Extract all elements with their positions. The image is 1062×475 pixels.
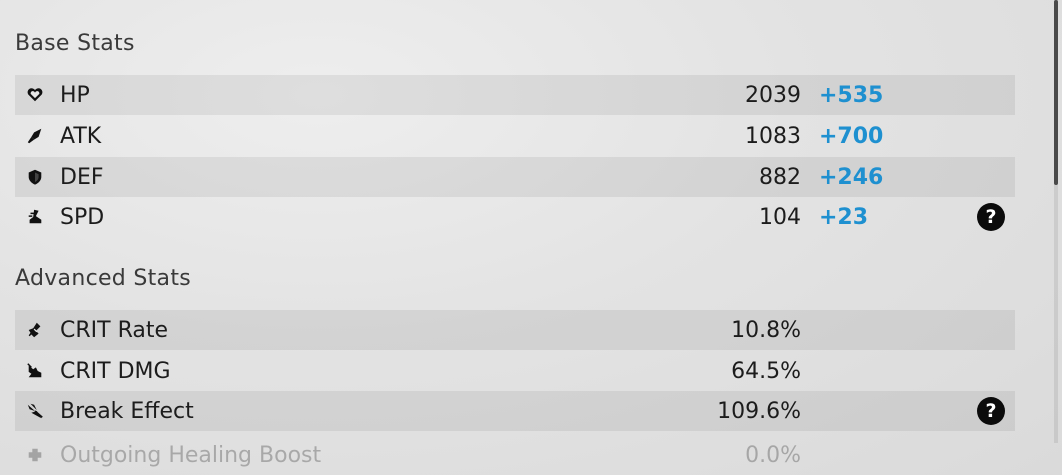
stat-label-crit-rate: CRIT Rate <box>60 317 169 343</box>
break-effect-icon <box>25 401 45 421</box>
break-effect-help-button[interactable]: ? <box>977 397 1005 425</box>
stat-bonus-def: +246 <box>819 164 884 190</box>
stat-bonus-hp: +535 <box>819 82 884 108</box>
stat-row-atk[interactable]: ATK 1083 +700 <box>15 116 1015 156</box>
heart-icon <box>25 85 45 105</box>
stat-value-hp: 2039 <box>745 82 801 108</box>
crit-dmg-icon <box>25 361 45 381</box>
boot-icon <box>25 207 45 227</box>
stat-label-spd: SPD <box>60 204 105 230</box>
stat-value-spd: 104 <box>759 204 801 230</box>
stat-row-def[interactable]: DEF 882 +246 <box>15 157 1015 197</box>
stat-row-crit-dmg[interactable]: CRIT DMG 64.5% <box>15 351 1015 391</box>
scrollbar-thumb[interactable] <box>1054 0 1058 185</box>
healing-icon <box>25 445 45 465</box>
stat-label-atk: ATK <box>60 123 102 149</box>
spd-help-button[interactable]: ? <box>977 203 1005 231</box>
stat-bonus-atk: +700 <box>819 123 884 149</box>
stat-bonus-spd: +23 <box>819 204 869 230</box>
stat-label-hp: HP <box>60 82 90 108</box>
stat-row-crit-rate[interactable]: CRIT Rate 10.8% <box>15 310 1015 350</box>
stat-value-def: 882 <box>759 164 801 190</box>
stat-value-break-effect: 109.6% <box>717 398 801 424</box>
advanced-stats-title: Advanced Stats <box>15 266 192 291</box>
stat-value-crit-rate: 10.8% <box>731 317 801 343</box>
stat-row-hp[interactable]: HP 2039 +535 <box>15 75 1015 115</box>
stat-label-def: DEF <box>60 164 104 190</box>
base-stats-title: Base Stats <box>15 31 135 56</box>
sword-icon <box>25 126 45 146</box>
stat-row-spd[interactable]: SPD 104 +23 ? <box>15 197 1015 237</box>
shield-icon <box>25 167 45 187</box>
stat-label-outgoing-healing-boost: Outgoing Healing Boost <box>60 442 322 468</box>
stat-label-break-effect: Break Effect <box>60 398 194 424</box>
stat-value-atk: 1083 <box>745 123 801 149</box>
stat-value-crit-dmg: 64.5% <box>731 358 801 384</box>
stat-label-crit-dmg: CRIT DMG <box>60 358 171 384</box>
stat-row-break-effect[interactable]: Break Effect 109.6% ? <box>15 391 1015 431</box>
stat-row-outgoing-healing-boost[interactable]: Outgoing Healing Boost 0.0% <box>15 435 1015 475</box>
crit-rate-icon <box>25 320 45 340</box>
stat-value-outgoing-healing-boost: 0.0% <box>745 442 801 468</box>
